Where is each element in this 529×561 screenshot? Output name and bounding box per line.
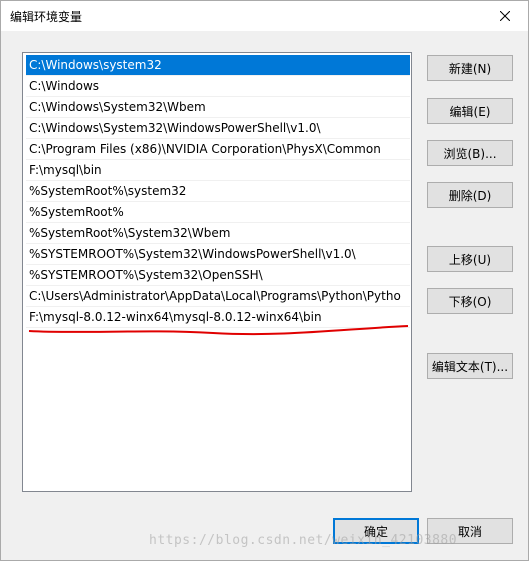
edit-text-button[interactable]: 编辑文本(T)... bbox=[427, 353, 513, 379]
path-list-item[interactable]: %SYSTEMROOT%\System32\WindowsPowerShell\… bbox=[26, 244, 410, 265]
close-button[interactable] bbox=[482, 1, 528, 31]
window-title: 编辑环境变量 bbox=[10, 10, 83, 24]
browse-button[interactable]: 浏览(B)... bbox=[427, 140, 513, 166]
title-bar: 编辑环境变量 bbox=[1, 1, 528, 31]
path-list-item[interactable]: %SystemRoot% bbox=[26, 202, 410, 223]
path-list-item[interactable]: %SYSTEMROOT%\System32\OpenSSH\ bbox=[26, 265, 410, 286]
path-list-item[interactable]: %SystemRoot%\system32 bbox=[26, 181, 410, 202]
path-list-item[interactable]: C:\Windows\System32\WindowsPowerShell\v1… bbox=[26, 118, 410, 139]
path-list-item[interactable]: C:\Windows bbox=[26, 76, 410, 97]
move-down-button[interactable]: 下移(O) bbox=[427, 288, 513, 314]
path-list-item[interactable]: C:\Windows\System32\Wbem bbox=[26, 97, 410, 118]
path-list-item[interactable]: F:\mysql\bin bbox=[26, 160, 410, 181]
path-list-item[interactable]: C:\Users\Administrator\AppData\Local\Pro… bbox=[26, 286, 410, 307]
close-icon bbox=[500, 11, 510, 21]
watermark: https://blog.csdn.net/weixin_42103880 bbox=[149, 533, 458, 548]
new-button[interactable]: 新建(N) bbox=[427, 55, 513, 81]
move-up-button[interactable]: 上移(U) bbox=[427, 246, 513, 272]
path-list-item[interactable]: C:\Program Files (x86)\NVIDIA Corporatio… bbox=[26, 139, 410, 160]
path-list-item[interactable]: %SystemRoot%\System32\Wbem bbox=[26, 223, 410, 244]
path-list-item[interactable]: C:\Windows\system32 bbox=[26, 55, 410, 76]
path-list[interactable]: F:\mysql-8.0.12-winx64\mysql-8.0.12-winx… bbox=[22, 52, 412, 492]
edit-env-var-dialog: 编辑环境变量 F:\mysql-8.0.12-winx64\mysql-8.0.… bbox=[0, 0, 529, 561]
path-list-item[interactable]: F:\mysql-8.0.12-winx64\mysql-8.0.12-winx… bbox=[26, 307, 410, 328]
delete-button[interactable]: 删除(D) bbox=[427, 182, 513, 208]
edit-button[interactable]: 编辑(E) bbox=[427, 98, 513, 124]
